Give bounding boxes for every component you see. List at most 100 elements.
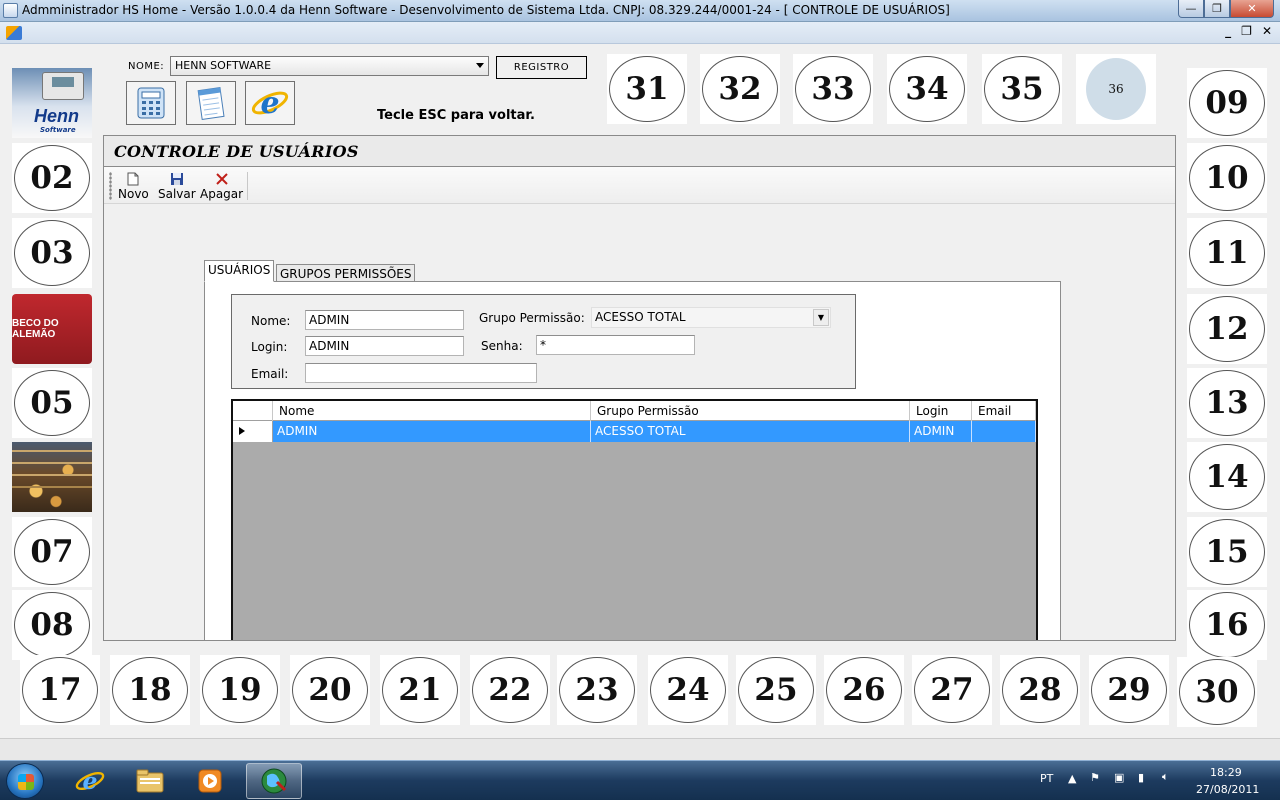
minimize-button[interactable]: —	[1178, 0, 1204, 18]
tile-11[interactable]: 11	[1187, 218, 1267, 288]
usuarios-grid[interactable]: Nome Grupo Permissão Login Email ADMIN A…	[231, 399, 1038, 640]
maximize-button[interactable]: ❐	[1204, 0, 1230, 18]
tile-20[interactable]: 20	[290, 655, 370, 725]
tile-30[interactable]: 30	[1177, 657, 1257, 727]
tile-05[interactable]: 05	[12, 368, 92, 438]
tile-24[interactable]: 24	[648, 655, 728, 725]
column-header-login[interactable]: Login	[910, 401, 972, 421]
tile-31[interactable]: 31	[607, 54, 687, 124]
column-header-email[interactable]: Email	[972, 401, 1036, 421]
volume-icon[interactable]: 🔈︎	[1162, 770, 1169, 784]
toolbar-grip[interactable]	[109, 172, 112, 200]
tile-18[interactable]: 18	[110, 655, 190, 725]
tile-27[interactable]: 27	[912, 655, 992, 725]
login-field[interactable]: ADMIN	[305, 336, 464, 356]
calculator-button[interactable]	[126, 81, 176, 125]
taskbar-internet-explorer[interactable]: e	[62, 763, 118, 799]
senha-field[interactable]: *	[536, 335, 695, 355]
tile-17[interactable]: 17	[20, 655, 100, 725]
tab-usuarios[interactable]: USUÁRIOS	[204, 260, 275, 282]
tile-36[interactable]: 36	[1076, 54, 1156, 124]
tile-22[interactable]: 22	[470, 655, 550, 725]
mdi-child-icon[interactable]	[6, 26, 22, 40]
apagar-button[interactable]: Apagar	[200, 171, 243, 201]
network-icon[interactable]: ▮	[1138, 771, 1144, 784]
tile-29[interactable]: 29	[1089, 655, 1169, 725]
taskbar-file-explorer[interactable]	[122, 763, 178, 799]
registro-button[interactable]: REGISTRO	[496, 56, 587, 79]
mdi-restore-button[interactable]: ❐	[1241, 24, 1252, 38]
tile-02[interactable]: 02	[12, 143, 92, 213]
page-title: CONTROLE DE USUÁRIOS	[114, 142, 359, 161]
tile-33[interactable]: 33	[793, 54, 873, 124]
child-toolbar: Novo Salvar Apagar	[104, 167, 1175, 204]
mdi-close-button[interactable]: ✕	[1262, 24, 1272, 38]
mall-picture-tile[interactable]	[12, 442, 92, 512]
tile-07[interactable]: 07	[12, 517, 92, 587]
app-icon[interactable]	[3, 3, 18, 18]
tile-21[interactable]: 21	[380, 655, 460, 725]
column-header-grupo[interactable]: Grupo Permissão	[591, 401, 910, 421]
mdi-menu-strip: _ ❐ ✕	[0, 22, 1280, 44]
apagar-label: Apagar	[200, 187, 244, 201]
tile-35[interactable]: 35	[982, 54, 1062, 124]
power-icon[interactable]: ▣	[1114, 771, 1124, 784]
grupo-permissao-value: ACESSO TOTAL	[595, 310, 686, 324]
novo-button[interactable]: Novo	[118, 171, 149, 201]
save-icon	[170, 173, 183, 185]
tile-03[interactable]: 03	[12, 218, 92, 288]
tile-25[interactable]: 25	[736, 655, 816, 725]
mdi-minimize-button[interactable]: _	[1225, 24, 1231, 38]
tile-label: 02	[14, 145, 90, 211]
close-button[interactable]: ✕	[1230, 0, 1274, 18]
clock-time[interactable]: 18:29	[1210, 766, 1242, 779]
tile-23[interactable]: 23	[557, 655, 637, 725]
cell-nome[interactable]: ADMIN	[273, 421, 591, 442]
tile-16[interactable]: 16	[1187, 590, 1267, 660]
usuarios-tab-panel: Nome: ADMIN Login: ADMIN Email: Grupo Pe…	[204, 281, 1061, 640]
tile-28[interactable]: 28	[1000, 655, 1080, 725]
tile-26[interactable]: 26	[824, 655, 904, 725]
henn-logo-tile[interactable]: Henn Software	[12, 68, 92, 138]
show-hidden-icons-icon[interactable]: ▲	[1068, 772, 1076, 785]
tile-label: 07	[14, 519, 90, 585]
window-controls: — ❐ ✕	[1178, 0, 1274, 18]
tile-15[interactable]: 15	[1187, 517, 1267, 587]
tile-08[interactable]: 08	[12, 590, 92, 660]
file-explorer-icon	[136, 769, 164, 793]
tile-13[interactable]: 13	[1187, 368, 1267, 438]
action-center-flag-icon[interactable]: ⚑	[1090, 771, 1100, 784]
grupo-permissao-dropdown[interactable]: ACESSO TOTAL ▼	[591, 307, 831, 328]
beco-logo-tile[interactable]: BECO DO ALEMÃO	[12, 294, 92, 364]
row-header[interactable]	[233, 421, 273, 442]
taskbar-media-player[interactable]	[182, 763, 238, 799]
cell-email[interactable]	[972, 421, 1036, 442]
tile-19[interactable]: 19	[200, 655, 280, 725]
cell-grupo[interactable]: ACESSO TOTAL	[591, 421, 910, 442]
start-button[interactable]	[6, 763, 44, 799]
table-row[interactable]: ADMIN ACESSO TOTAL ADMIN	[233, 421, 1036, 442]
tile-10[interactable]: 10	[1187, 143, 1267, 213]
henn-app-icon	[261, 768, 287, 794]
tile-12[interactable]: 12	[1187, 294, 1267, 364]
taskbar-henn-app[interactable]	[246, 763, 302, 799]
tile-09[interactable]: 09	[1187, 68, 1267, 138]
tile-32[interactable]: 32	[700, 54, 780, 124]
tile-label: 05	[14, 370, 90, 436]
tile-14[interactable]: 14	[1187, 442, 1267, 512]
language-indicator[interactable]: PT	[1040, 772, 1053, 785]
nome-dropdown[interactable]: HENN SOFTWARE	[170, 56, 489, 76]
salvar-button[interactable]: Salvar	[158, 171, 196, 201]
tile-34[interactable]: 34	[887, 54, 967, 124]
cell-login[interactable]: ADMIN	[910, 421, 972, 442]
grid-header: Nome Grupo Permissão Login Email	[233, 401, 1036, 421]
column-header-nome[interactable]: Nome	[273, 401, 591, 421]
tile-label: 11	[1189, 220, 1265, 286]
mdi-controls: _ ❐ ✕	[1225, 24, 1272, 38]
henn-logo-text: Henn	[34, 106, 79, 126]
notepad-button[interactable]	[186, 81, 236, 125]
nome-field[interactable]: ADMIN	[305, 310, 464, 330]
clock-date[interactable]: 27/08/2011	[1196, 783, 1259, 796]
email-field[interactable]	[305, 363, 537, 383]
internet-explorer-button[interactable]: e	[245, 81, 295, 125]
